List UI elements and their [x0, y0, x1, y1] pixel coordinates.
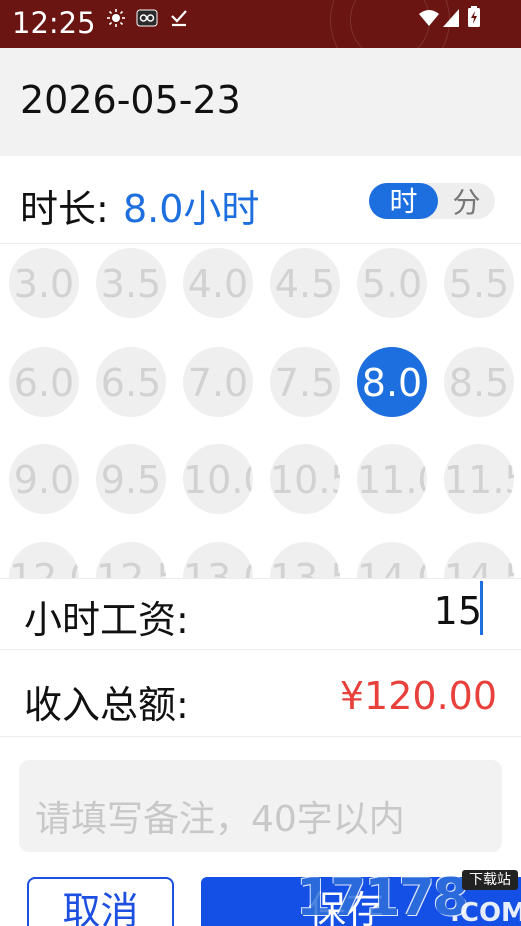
hour-option-11.0[interactable]: 11.0 [357, 444, 427, 514]
total-income-value: ¥120.00 [339, 674, 497, 718]
signal-icon [443, 9, 459, 27]
hour-option-12.0[interactable]: 12.0 [9, 542, 79, 578]
hour-option-3.5[interactable]: 3.5 [96, 248, 166, 318]
unit-toggle[interactable]: 时 分 [369, 183, 495, 219]
hour-option-7.5[interactable]: 7.5 [270, 347, 340, 417]
watermark-logo: 17178 .COM 下载站 [296, 868, 521, 926]
download-done-icon [171, 10, 187, 27]
hour-option-13.0[interactable]: 13.0 [183, 542, 253, 578]
date-text[interactable]: 2026-05-23 [20, 78, 241, 122]
battery-icon [468, 6, 480, 27]
duration-value: 8.0小时 [123, 187, 260, 231]
hour-option-10.5[interactable]: 10.5 [270, 444, 340, 514]
hour-option-5.5[interactable]: 5.5 [444, 248, 514, 318]
hour-option-14.0[interactable]: 14.0 [357, 542, 427, 578]
hour-option-9.0[interactable]: 9.0 [9, 444, 79, 514]
hour-option-4.0[interactable]: 4.0 [183, 248, 253, 318]
hour-option-13.5[interactable]: 13.5 [270, 542, 340, 578]
unit-option-hours[interactable]: 时 [369, 183, 438, 219]
hour-option-7.0[interactable]: 7.0 [183, 347, 253, 417]
hour-option-6.0[interactable]: 6.0 [9, 347, 79, 417]
text-cursor [480, 581, 483, 635]
hour-option-10.0[interactable]: 10.0 [183, 444, 253, 514]
hourly-wage-input[interactable] [300, 589, 482, 633]
hourly-wage-label: 小时工资: [24, 598, 189, 642]
watermark-badge: 下载站 [462, 870, 518, 890]
divider [0, 649, 521, 650]
status-bar: 12:25 [0, 0, 521, 48]
hour-option-11.5[interactable]: 11.5 [444, 444, 514, 514]
hour-option-3.0[interactable]: 3.0 [9, 248, 79, 318]
cancel-button[interactable]: 取消 [27, 877, 174, 926]
hour-option-5.0[interactable]: 5.0 [357, 248, 427, 318]
note-input[interactable]: 请填写备注，40字以内 [19, 760, 502, 852]
hour-option-8.5[interactable]: 8.5 [444, 347, 514, 417]
duration-row: 时长: 8.0小时 时 分 [0, 156, 521, 244]
divider [0, 578, 521, 579]
date-header[interactable]: 2026-05-23 [0, 48, 521, 156]
media-icon [136, 9, 158, 27]
hour-option-6.5[interactable]: 6.5 [96, 347, 166, 417]
hour-option-12.5[interactable]: 12.5 [96, 542, 166, 578]
brightness-icon [107, 9, 125, 27]
hour-option-14.5[interactable]: 14.5 [444, 542, 514, 578]
status-time: 12:25 [12, 6, 96, 40]
unit-option-minutes[interactable]: 分 [438, 183, 495, 219]
hour-option-9.5[interactable]: 9.5 [96, 444, 166, 514]
note-placeholder: 请填写备注，40字以内 [35, 799, 405, 840]
hour-option-4.5[interactable]: 4.5 [270, 248, 340, 318]
hour-option-8.0[interactable]: 8.0 [357, 347, 427, 417]
divider [0, 736, 521, 737]
duration-label: 时长: [20, 187, 109, 231]
total-income-label: 收入总额: [24, 683, 189, 727]
watermark-number: 17178 [296, 868, 469, 926]
watermark-domain: .COM [450, 898, 521, 926]
hours-picker[interactable]: 3.0 3.5 4.0 4.5 5.0 5.5 6.0 6.5 7.0 7.5 8.0 8.5 9.0 9… [0, 244, 521, 578]
wifi-icon [419, 10, 439, 26]
